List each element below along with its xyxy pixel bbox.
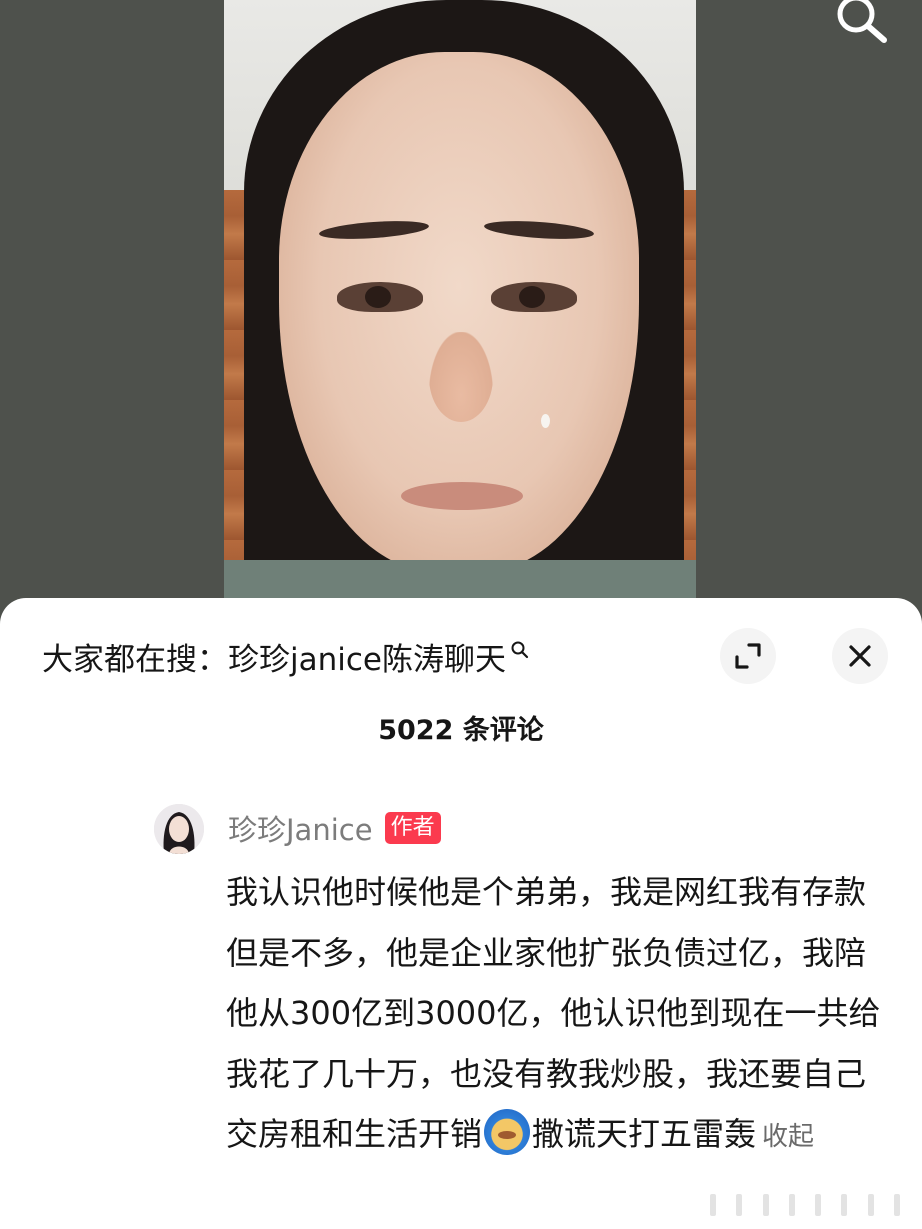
eyebrow bbox=[483, 218, 595, 242]
collapse-link[interactable]: 收起 bbox=[762, 1122, 814, 1152]
nose bbox=[429, 332, 493, 422]
video-frame bbox=[224, 0, 696, 640]
avatar[interactable] bbox=[154, 804, 204, 854]
video-subject-face bbox=[279, 52, 639, 572]
video-player[interactable] bbox=[0, 0, 922, 640]
crying-emoji-icon bbox=[484, 1109, 531, 1155]
comment-body: 我认识他时候他是个弟弟，我是网红我有存款但是不多，他是企业家他扩张负债过亿，我陪… bbox=[226, 873, 881, 1153]
search-button[interactable] bbox=[826, 0, 896, 44]
comments-sheet: 大家都在搜： 珍珍janice陈涛聊天 5022 条评论 珍珍Janice 作者… bbox=[0, 598, 922, 1229]
close-icon bbox=[849, 645, 871, 667]
comment-text: 我认识他时候他是个弟弟，我是网红我有存款但是不多，他是企业家他扩张负债过亿，我陪… bbox=[226, 862, 894, 1168]
search-suggestion[interactable]: 大家都在搜： 珍珍janice陈涛聊天 bbox=[42, 634, 530, 678]
author-badge: 作者 bbox=[384, 812, 441, 844]
search-suggestion-prefix: 大家都在搜： bbox=[42, 641, 228, 678]
watermark bbox=[700, 1190, 910, 1220]
eye bbox=[337, 282, 423, 312]
author-name[interactable]: 珍珍Janice bbox=[228, 807, 373, 849]
search-icon bbox=[511, 641, 529, 659]
close-button[interactable] bbox=[832, 628, 888, 684]
search-icon bbox=[837, 0, 887, 43]
comment-count: 5022 条评论 bbox=[378, 715, 544, 746]
eye bbox=[491, 282, 577, 312]
comment-body-tail: 撒谎天打五雷轰 bbox=[532, 1115, 757, 1153]
expand-button[interactable] bbox=[720, 628, 776, 684]
eyebrow bbox=[318, 218, 430, 242]
mouth bbox=[401, 482, 523, 510]
search-suggestion-query[interactable]: 珍珍janice陈涛聊天 bbox=[228, 634, 506, 679]
tear bbox=[541, 414, 550, 428]
author-row: 珍珍Janice 作者 bbox=[228, 808, 441, 848]
expand-icon bbox=[735, 643, 761, 669]
avatar-image bbox=[154, 804, 204, 854]
